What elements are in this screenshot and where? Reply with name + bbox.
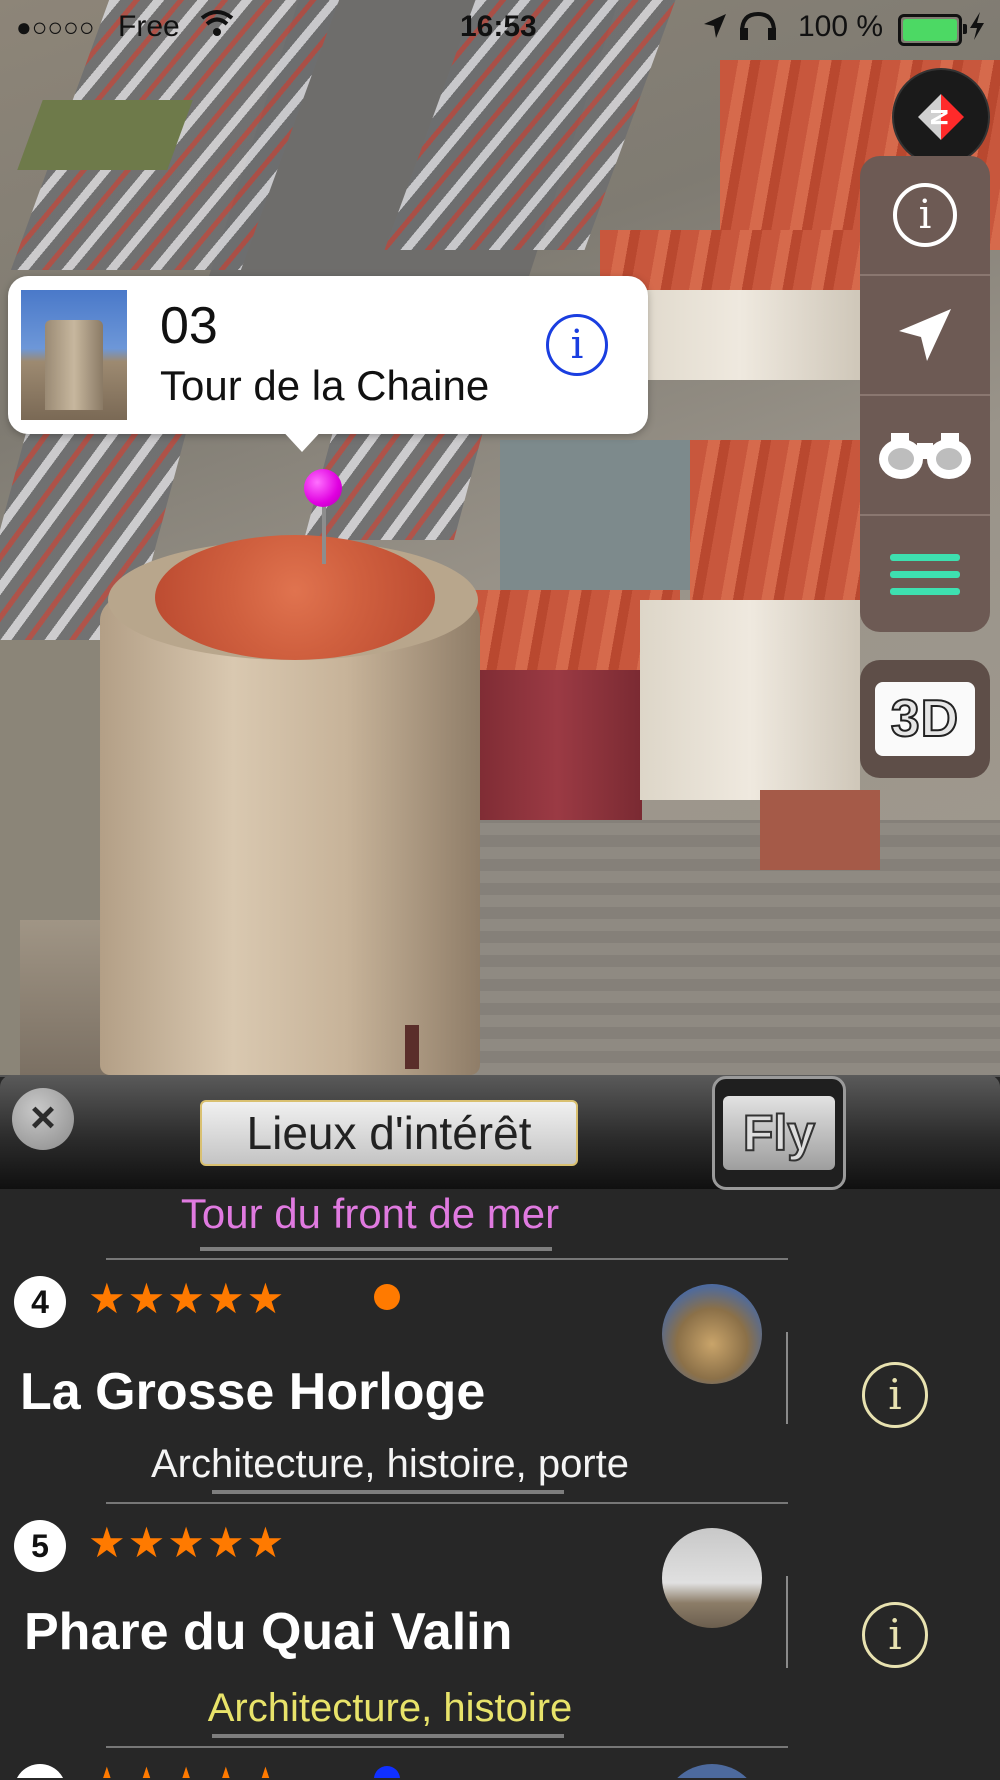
star-rating: ★★★★★ [88, 1519, 287, 1566]
locate-me-button[interactable] [860, 276, 990, 396]
carrier-label: Free [118, 10, 180, 43]
fly-button[interactable]: Fly [712, 1076, 846, 1190]
battery-icon [898, 14, 967, 46]
status-dot [374, 1766, 400, 1778]
signal-strength: ●○○○○ [16, 12, 95, 42]
list-item[interactable]: 5 ★★★★★ Phare du Quai Valin i Architectu… [0, 1506, 1000, 1746]
poi-thumbnail [21, 290, 127, 420]
list-item[interactable]: 4 ★★★★★ La Grosse Horloge i Architecture… [0, 1262, 1000, 1502]
tour-title[interactable]: Tour du front de mer [0, 1190, 740, 1238]
compass-icon: N [918, 94, 964, 140]
bolt-icon [968, 12, 986, 48]
hamburger-icon [890, 554, 960, 595]
building-roofs [690, 440, 860, 600]
poi-name: Tour de la Chaine [160, 362, 490, 409]
tower-roof [155, 535, 435, 660]
poi-thumbnail [662, 1528, 762, 1628]
map-3d-view[interactable] [0, 0, 1000, 1075]
location-arrow-icon [702, 12, 728, 48]
tags-underline [212, 1734, 564, 1738]
status-dot [374, 1284, 400, 1310]
compass-north-label: N [925, 108, 952, 125]
poi-thumbnail [662, 1284, 762, 1384]
building-roof-grey [500, 440, 700, 590]
terrace [760, 790, 880, 870]
divider [786, 1576, 788, 1668]
poi-number: 03 [160, 297, 218, 355]
fly-label: Fly [723, 1096, 835, 1170]
separator [106, 1746, 788, 1748]
poi-name: La Grosse Horloge [20, 1363, 486, 1421]
poi-name: Phare du Quai Valin [24, 1603, 513, 1661]
tour-title-underline [200, 1247, 552, 1251]
map-toolbar: i [860, 156, 990, 632]
headphones-icon [738, 10, 780, 50]
rank-badge: 6 [14, 1764, 66, 1778]
separator [106, 1502, 788, 1504]
building-brick [472, 670, 642, 820]
tags-underline [212, 1490, 564, 1494]
map-pin[interactable] [304, 469, 342, 507]
callout-arrow [278, 426, 326, 452]
divider [786, 1332, 788, 1424]
3d-toggle-button[interactable]: 3D [860, 660, 990, 778]
building-wall [640, 600, 860, 800]
menu-button[interactable] [860, 516, 990, 632]
binoculars-button[interactable] [860, 396, 990, 516]
status-bar: ●○○○○ Free 16:53 100 % [0, 0, 1000, 56]
wifi-icon [200, 8, 234, 46]
tower-door [405, 1025, 419, 1069]
close-button[interactable]: × [12, 1088, 74, 1150]
poi-tags: Architecture, histoire, porte [151, 1442, 629, 1486]
star-rating: ★★★★★ [88, 1758, 286, 1778]
panel-title[interactable]: Lieux d'intérêt [200, 1100, 578, 1166]
info-icon[interactable]: i [546, 314, 608, 376]
list-item[interactable]: 6 ★★★★★ [0, 1750, 1000, 1778]
info-icon: i [893, 183, 957, 247]
battery-percent: 100 % [798, 10, 884, 43]
3d-label: 3D [875, 682, 975, 756]
info-icon[interactable]: i [862, 1362, 928, 1428]
binoculars-icon [879, 433, 971, 479]
grass-area [17, 100, 193, 170]
poi-callout[interactable]: 03 Tour de la Chaine i [8, 276, 648, 452]
poi-tags: Architecture, histoire [207, 1686, 573, 1730]
location-arrow-icon [899, 309, 951, 361]
rank-badge: 5 [14, 1520, 66, 1572]
pavement [430, 820, 1000, 1075]
info-icon[interactable]: i [862, 1602, 928, 1668]
rank-badge: 4 [14, 1276, 66, 1328]
poi-thumbnail [662, 1764, 762, 1778]
star-rating: ★★★★★ [88, 1275, 287, 1322]
battery-level [903, 19, 957, 41]
clock: 16:53 [460, 10, 537, 43]
separator [106, 1258, 788, 1260]
info-button[interactable]: i [860, 156, 990, 276]
compass[interactable]: N [892, 68, 990, 166]
